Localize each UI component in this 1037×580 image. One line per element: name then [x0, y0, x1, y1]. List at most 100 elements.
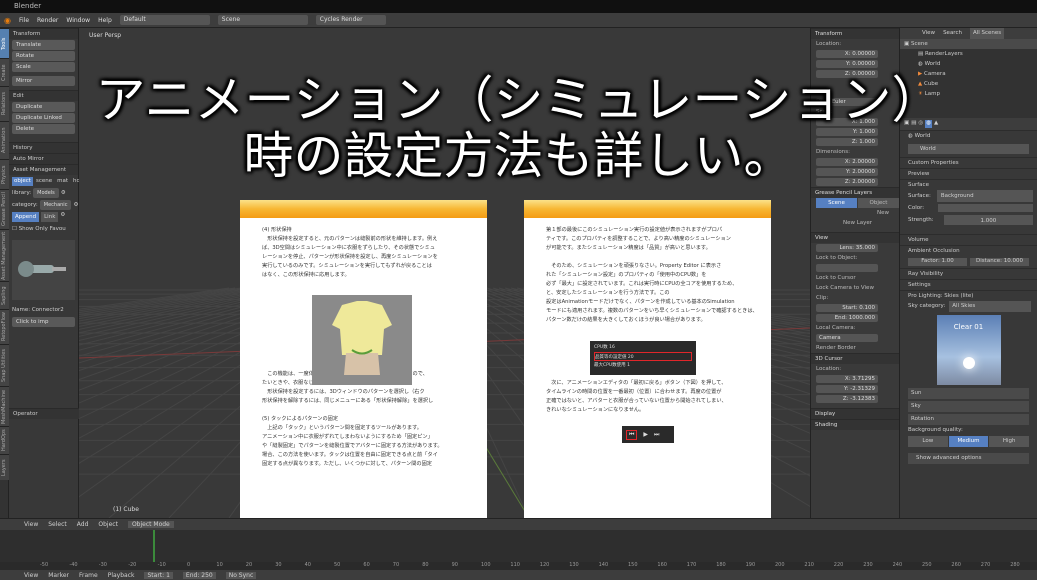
current-frame-indicator[interactable]	[153, 530, 155, 562]
rotate-button[interactable]: Rotate	[12, 51, 75, 61]
ray-visibility-header[interactable]: Ray Visibility	[900, 268, 1037, 279]
clip-end-field[interactable]: End: 1000.000	[816, 313, 878, 322]
lock-to-cursor-checkbox[interactable]: Lock to Cursor	[811, 273, 899, 283]
timeline-playback-menu[interactable]: Playback	[108, 572, 135, 579]
end-frame-field[interactable]: End: 250	[182, 571, 216, 579]
lock-camera-checkbox[interactable]: Lock Camera to View	[811, 283, 899, 293]
category-gear-icon[interactable]: ⚙	[73, 202, 78, 208]
tab-meshmachine[interactable]: MeshMachine	[0, 386, 9, 426]
location-x-field[interactable]: X: 0.00000	[816, 49, 878, 58]
gp-scene-tab[interactable]: Scene	[816, 198, 857, 208]
menu-window[interactable]: Window	[66, 17, 90, 24]
quality-high-option[interactable]: High	[989, 436, 1030, 447]
ambient-occlusion-header[interactable]: Ambient Occlusion	[900, 245, 1037, 256]
rotation-field[interactable]: Rotation	[908, 414, 1029, 425]
sky-category-selector[interactable]: All Skies	[949, 301, 1031, 312]
strength-field[interactable]: 1.000	[943, 215, 1033, 225]
ao-factor-field[interactable]: Factor: 1.00	[908, 258, 967, 266]
cursor-z-field[interactable]: Z: -3.12383	[816, 394, 878, 403]
gp-object-tab[interactable]: Object	[858, 198, 899, 208]
layout-selector[interactable]: Default	[119, 15, 210, 25]
cursor-y-field[interactable]: Y: -2.31329	[816, 384, 878, 393]
link-toggle[interactable]: Link	[41, 212, 59, 222]
3d-cursor-header[interactable]: 3D Cursor	[811, 353, 899, 364]
volume-header[interactable]: Volume	[900, 234, 1037, 245]
local-camera-field[interactable]: Camera	[816, 333, 878, 342]
menu-file[interactable]: File	[19, 17, 29, 24]
sky-preview-thumbnail[interactable]: Clear 01	[936, 315, 1001, 385]
gp-new-layer-button[interactable]: New Layer	[811, 218, 899, 228]
surface-label: Surface:	[908, 193, 931, 199]
page-text-line: 第１部の最後にこのシミュレーション実行の設定値が表示されますがプロパ	[546, 227, 723, 233]
ruler-tick-label: 90	[451, 562, 458, 568]
mode-selector[interactable]: Object Mode	[127, 521, 174, 528]
outliner-display-mode[interactable]: All Scenes	[969, 28, 1005, 39]
render-border-checkbox[interactable]: Render Border	[811, 343, 899, 353]
tab-layers[interactable]: Layers	[0, 454, 9, 480]
shading-header[interactable]: Shading	[811, 419, 899, 430]
display-header[interactable]: Display	[811, 408, 899, 419]
translate-button[interactable]: Translate	[12, 40, 75, 50]
click-to-import-button[interactable]: Click to imp	[12, 317, 75, 327]
library-selector[interactable]: Models	[33, 188, 59, 198]
start-frame-field[interactable]: Start: 1	[144, 571, 173, 579]
page-text-line: 正確ではないと、アバターと衣服が合っていない位置から開始されてしまい、	[546, 398, 727, 404]
timeline-ruler: -50 -40 -30 -20 -10 0 10 20 30 40 50 60 70 80 90 100 110…	[0, 562, 1037, 570]
ruler-tick-label: 250	[922, 562, 932, 568]
outliner-row-renderlayers[interactable]: ▤ RenderLayers	[900, 49, 1037, 59]
asset-thumbnail[interactable]	[12, 240, 75, 300]
gp-new-button[interactable]: New	[811, 208, 899, 218]
ao-distance-field[interactable]: Distance: 10.000	[970, 258, 1029, 266]
transform-header[interactable]: Transform	[811, 28, 899, 39]
timeline-marker-menu[interactable]: Marker	[48, 572, 69, 579]
timeline-view-menu[interactable]: View	[24, 572, 38, 579]
tab-tools[interactable]: Tools	[0, 28, 9, 58]
lens-field[interactable]: Lens: 35.000	[816, 243, 878, 252]
tab-retopoflow[interactable]: RetopoFlow	[0, 309, 9, 344]
menu-render[interactable]: Render	[37, 17, 58, 24]
panel-operator-header[interactable]: Operator	[9, 408, 79, 419]
outliner-row-world[interactable]: ◍ World	[900, 59, 1037, 69]
cursor-x-field[interactable]: X: 3.71295	[816, 374, 878, 383]
quality-low-option[interactable]: Low	[908, 436, 948, 447]
outliner-search-menu[interactable]: Search	[943, 28, 962, 39]
pro-lighting-header[interactable]: Pro Lighting: Skies (lite)	[900, 290, 1037, 301]
viewport-header: View Select Add Object Object Mode	[0, 518, 1037, 530]
show-advanced-options-button[interactable]: Show advanced options	[908, 453, 1029, 464]
tab-hardops[interactable]: HardOps	[0, 426, 9, 454]
lock-object-field[interactable]	[816, 263, 878, 272]
clip-start-field[interactable]: Start: 0.100	[816, 303, 878, 312]
surface-shader-selector[interactable]: Background	[936, 190, 1033, 202]
sun-field[interactable]: Sun	[908, 388, 1029, 399]
location-y-field[interactable]: Y: 0.00000	[816, 59, 878, 68]
show-only-favourites-checkbox[interactable]: ☐ Show Only Favou	[12, 224, 75, 234]
timeline-frame-menu[interactable]: Frame	[79, 572, 98, 579]
append-toggle[interactable]: Append	[12, 212, 40, 222]
outliner-row-scene[interactable]: ▣ Scene	[900, 39, 1037, 49]
tab-asset-management[interactable]: Asset Management	[0, 229, 9, 281]
menu-help[interactable]: Help	[98, 17, 112, 24]
add-asset-icon[interactable]: ⚙	[60, 212, 65, 222]
render-engine-selector[interactable]: Cycles Render	[315, 15, 386, 25]
select-menu[interactable]: Select	[48, 521, 67, 528]
view-header[interactable]: View	[811, 232, 899, 243]
view-menu[interactable]: View	[24, 521, 38, 528]
scene-selector[interactable]: Scene	[217, 15, 308, 25]
settings-gear-icon[interactable]: ⚙	[61, 190, 66, 196]
panel-transform-header[interactable]: Transform	[9, 28, 78, 39]
settings-header[interactable]: Settings	[900, 279, 1037, 290]
sky-field[interactable]: Sky	[908, 401, 1029, 412]
category-selector[interactable]: Mechanic	[39, 200, 72, 210]
blender-logo-icon[interactable]: ◉	[4, 16, 11, 25]
tab-snap-utilities[interactable]: Snap Utilities	[0, 344, 9, 386]
object-menu[interactable]: Object	[98, 521, 118, 528]
tab-grease-pencil[interactable]: Grease Pencil	[0, 189, 9, 229]
sync-mode-selector[interactable]: No Sync	[225, 571, 257, 579]
scale-button[interactable]: Scale	[12, 62, 75, 72]
tab-sapling[interactable]: Sapling	[0, 281, 9, 309]
quality-medium-option[interactable]: Medium	[948, 436, 989, 447]
grease-pencil-layers-header[interactable]: Grease Pencil Layers	[811, 187, 899, 198]
outliner-view-menu[interactable]: View	[922, 28, 935, 39]
color-swatch[interactable]	[938, 204, 1033, 212]
add-menu[interactable]: Add	[77, 521, 89, 528]
